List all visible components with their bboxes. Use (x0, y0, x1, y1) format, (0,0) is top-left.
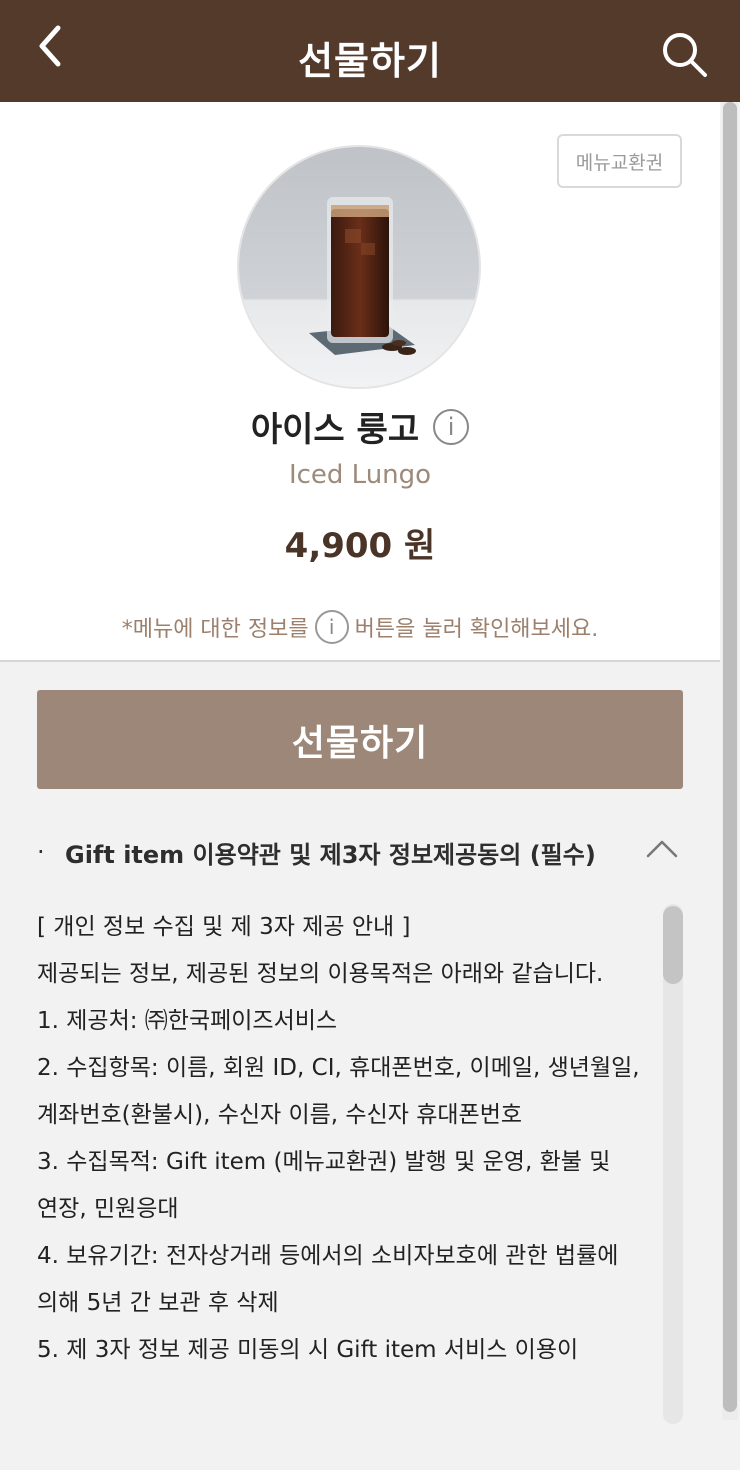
terms-title: Gift item 이용약관 및 제3자 정보제공동의 (필수) (65, 840, 596, 869)
search-icon (663, 33, 707, 77)
terms-line: 4. 보유기간: 전자상거래 등에서의 소비자보호에 관한 법률에 의해 5년 … (37, 1243, 619, 1316)
product-image (237, 145, 481, 389)
page-title: 선물하기 (298, 39, 442, 83)
bullet: · (37, 838, 45, 866)
terms-line: 2. 수집항목: 이름, 회원 ID, CI, 휴대폰번호, 이메일, 생년월일… (37, 1055, 640, 1128)
terms-line: [ 개인 정보 수집 및 제 3자 제공 안내 ] (37, 914, 411, 940)
search-button[interactable] (660, 30, 710, 80)
terms-toggle[interactable]: · Gift item 이용약관 및 제3자 정보제공동의 (필수) (37, 828, 687, 876)
notice-text-before: *메뉴에 대한 정보를 (121, 617, 309, 642)
chevron-up-icon[interactable] (645, 832, 679, 866)
page-scrollbar[interactable] (722, 102, 738, 1420)
terms-content[interactable]: [ 개인 정보 수집 및 제 3자 제공 안내 ] 제공되는 정보, 제공된 정… (37, 904, 657, 1424)
product-card: 메뉴교환권 아이스 룽고 i Iced Lungo 4,900 원 *메뉴에 대… (0, 102, 720, 662)
terms-line: 제공되는 정보, 제공된 정보의 이용목적은 아래와 같습니다. (37, 961, 604, 987)
terms-line: 5. 제 3자 정보 제공 미동의 시 Gift item 서비스 이용이 (37, 1337, 579, 1363)
terms-scrollbar[interactable] (663, 904, 683, 1424)
terms-line: 3. 수집목적: Gift item (메뉴교환권) 발행 및 운영, 환불 및… (37, 1149, 611, 1222)
notice-text-after: 버튼을 눌러 확인해보세요. (354, 617, 599, 642)
product-name-en: Iced Lungo (288, 460, 432, 490)
info-icon: i (314, 610, 349, 644)
page-scroll-thumb[interactable] (723, 102, 737, 1412)
product-name-row: 아이스 룽고 i (0, 402, 720, 451)
product-price: 4,900 원 (284, 526, 436, 566)
iced-lungo-photo (239, 147, 479, 387)
voucher-badge: 메뉴교환권 (557, 134, 682, 188)
info-icon[interactable]: i (433, 408, 470, 445)
product-name-ko: 아이스 룽고 (250, 410, 420, 450)
terms-line: 1. 제공처: ㈜한국페이즈서비스 (37, 1008, 338, 1034)
info-notice: *메뉴에 대한 정보를 i 버튼을 눌러 확인해보세요. (0, 610, 720, 644)
gift-button[interactable]: 선물하기 (37, 690, 683, 789)
terms-scroll-thumb[interactable] (663, 906, 683, 984)
app-header: 선물하기 (0, 0, 740, 102)
